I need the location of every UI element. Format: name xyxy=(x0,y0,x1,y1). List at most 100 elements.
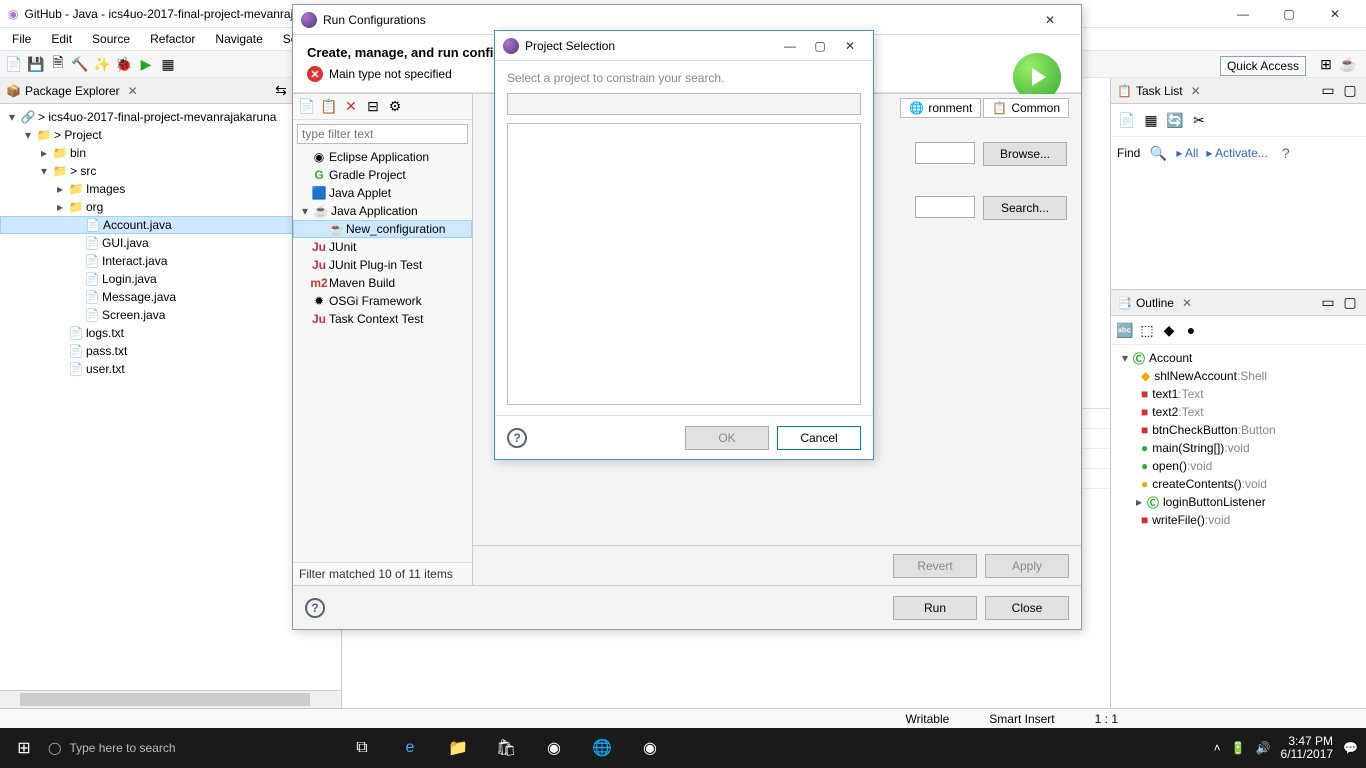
search-button[interactable]: Search... xyxy=(983,196,1067,220)
menu-edit[interactable]: Edit xyxy=(43,30,80,48)
tab-environment[interactable]: 🌐ronment xyxy=(900,98,981,118)
duplicate-icon[interactable]: 📋 xyxy=(319,97,339,117)
project-filter-input[interactable] xyxy=(507,93,861,115)
tree-src[interactable]: > src xyxy=(70,164,96,178)
outline-member[interactable]: text1 xyxy=(1152,387,1178,401)
config-type[interactable]: Java Applet xyxy=(329,186,391,200)
tree-file[interactable]: GUI.java xyxy=(102,236,149,250)
run-button[interactable]: Run xyxy=(893,596,977,620)
tree-file[interactable]: user.txt xyxy=(86,362,125,376)
config-type[interactable]: JUnit xyxy=(329,240,356,254)
config-type[interactable]: OSGi Framework xyxy=(329,294,422,308)
tree-file[interactable]: Screen.java xyxy=(102,308,165,322)
close-icon[interactable]: ✕ xyxy=(835,32,865,60)
ok-button[interactable]: OK xyxy=(685,426,769,450)
wand-icon[interactable]: ✨ xyxy=(92,54,112,74)
coverage-icon[interactable]: ▦ xyxy=(158,54,178,74)
new-task-icon[interactable]: 📄 xyxy=(1117,110,1137,130)
outline-member[interactable]: btnCheckButton xyxy=(1152,423,1237,437)
menu-source[interactable]: Source xyxy=(84,30,138,48)
config-type[interactable]: Java Application xyxy=(331,204,418,218)
categorize-icon[interactable]: ▦ xyxy=(1141,110,1161,130)
tree-file[interactable]: Account.java xyxy=(103,218,172,232)
config-type[interactable]: Task Context Test xyxy=(329,312,424,326)
minimize-view-icon[interactable]: ▭ xyxy=(1318,293,1338,313)
volume-icon[interactable]: 🔊 xyxy=(1256,741,1271,755)
tree-bin[interactable]: bin xyxy=(70,146,86,160)
task-view-icon[interactable]: ⧉ xyxy=(338,728,386,768)
taskbar-search[interactable]: ◯ Type here to search xyxy=(48,741,338,755)
help-icon[interactable]: ? xyxy=(305,598,325,618)
maximize-button[interactable]: ▢ xyxy=(1266,0,1312,28)
new-config-icon[interactable]: 📄 xyxy=(297,97,317,117)
explorer-icon[interactable]: 📁 xyxy=(434,728,482,768)
quick-access[interactable]: Quick Access xyxy=(1220,56,1306,76)
tree-repo[interactable]: > ics4uo-2017-final-project-mevanrajakar… xyxy=(38,110,276,124)
project-field[interactable] xyxy=(915,142,975,164)
hide-fields-icon[interactable]: ⬚ xyxy=(1137,320,1157,340)
apply-button[interactable]: Apply xyxy=(985,554,1069,578)
browse-button[interactable]: Browse... xyxy=(983,142,1067,166)
config-type-tree[interactable]: ◉Eclipse Application GGradle Project 🟦Ja… xyxy=(293,148,472,562)
outline-member[interactable]: text2 xyxy=(1152,405,1178,419)
config-item[interactable]: New_configuration xyxy=(346,222,445,236)
maximize-view-icon[interactable]: ▢ xyxy=(1340,81,1360,101)
edge-icon[interactable]: e xyxy=(386,728,434,768)
close-icon[interactable]: ✕ xyxy=(1027,6,1073,34)
all-link[interactable]: All xyxy=(1185,146,1198,160)
java-perspective-icon[interactable]: ☕ xyxy=(1338,54,1358,74)
main-class-field[interactable] xyxy=(915,196,975,218)
close-view-icon[interactable]: ✕ xyxy=(124,84,142,98)
close-view-icon[interactable]: ✕ xyxy=(1178,296,1196,310)
menu-file[interactable]: File xyxy=(4,30,39,48)
outline-member[interactable]: loginButtonListener xyxy=(1163,495,1266,509)
debug-icon[interactable]: 🐞 xyxy=(114,54,134,74)
tree-file[interactable]: Login.java xyxy=(102,272,157,286)
tab-common[interactable]: 📋Common xyxy=(983,98,1069,118)
new-icon[interactable]: 📄 xyxy=(4,54,24,74)
help-icon[interactable]: ? xyxy=(507,428,527,448)
filter-icon[interactable]: ⚙ xyxy=(385,97,405,117)
save-icon[interactable]: 💾 xyxy=(26,54,46,74)
help-icon[interactable]: ? xyxy=(1276,143,1296,163)
cancel-button[interactable]: Cancel xyxy=(777,426,861,450)
tree-images[interactable]: Images xyxy=(86,182,125,196)
menu-navigate[interactable]: Navigate xyxy=(207,30,270,48)
outline-member[interactable]: main(String[]) xyxy=(1152,441,1224,455)
sync-icon[interactable]: 🔄 xyxy=(1165,110,1185,130)
config-type[interactable]: Maven Build xyxy=(329,276,395,290)
project-list[interactable] xyxy=(507,123,861,405)
notifications-icon[interactable]: 💬 xyxy=(1343,741,1358,755)
tree-org[interactable]: org xyxy=(86,200,103,214)
config-type[interactable]: Eclipse Application xyxy=(329,150,429,164)
maximize-view-icon[interactable]: ▢ xyxy=(1340,293,1360,313)
config-type[interactable]: JUnit Plug-in Test xyxy=(329,258,422,272)
store-icon[interactable]: 🛍 xyxy=(482,728,530,768)
horizontal-scrollbar[interactable] xyxy=(0,690,341,708)
delete-icon[interactable]: ✕ xyxy=(341,97,361,117)
eclipse-taskbar-icon[interactable]: ◉ xyxy=(530,728,578,768)
start-button[interactable]: ⊞ xyxy=(0,728,48,768)
hide-static-icon[interactable]: ◆ xyxy=(1159,320,1179,340)
filter-input[interactable] xyxy=(297,124,468,144)
close-button[interactable]: Close xyxy=(985,596,1069,620)
search-icon[interactable]: 🔍 xyxy=(1148,143,1168,163)
tree-file[interactable]: pass.txt xyxy=(86,344,127,358)
outline-tree[interactable]: ▾ⒸAccount ◆shlNewAccount : Shell ■text1 … xyxy=(1111,345,1366,533)
tree-file[interactable]: Message.java xyxy=(102,290,176,304)
dialog-titlebar[interactable]: Project Selection — ▢ ✕ xyxy=(495,31,873,61)
battery-icon[interactable]: 🔋 xyxy=(1231,741,1246,755)
close-button[interactable]: ✕ xyxy=(1312,0,1358,28)
close-view-icon[interactable]: ✕ xyxy=(1187,84,1205,98)
menu-refactor[interactable]: Refactor xyxy=(142,30,203,48)
collapse-icon[interactable]: ⊟ xyxy=(363,97,383,117)
outline-member[interactable]: writeFile() xyxy=(1152,513,1205,527)
save-all-icon[interactable]: 🗎 xyxy=(48,54,68,74)
tree-project[interactable]: > Project xyxy=(54,128,102,142)
outline-member[interactable]: open() xyxy=(1152,459,1187,473)
hide-nonpublic-icon[interactable]: ● xyxy=(1181,320,1201,340)
tray-chevron-icon[interactable]: ˄ xyxy=(1214,741,1221,755)
config-type[interactable]: Gradle Project xyxy=(329,168,406,182)
outline-member[interactable]: createContents() xyxy=(1152,477,1241,491)
perspective-switcher[interactable]: ⊞ ☕ xyxy=(1316,54,1358,74)
